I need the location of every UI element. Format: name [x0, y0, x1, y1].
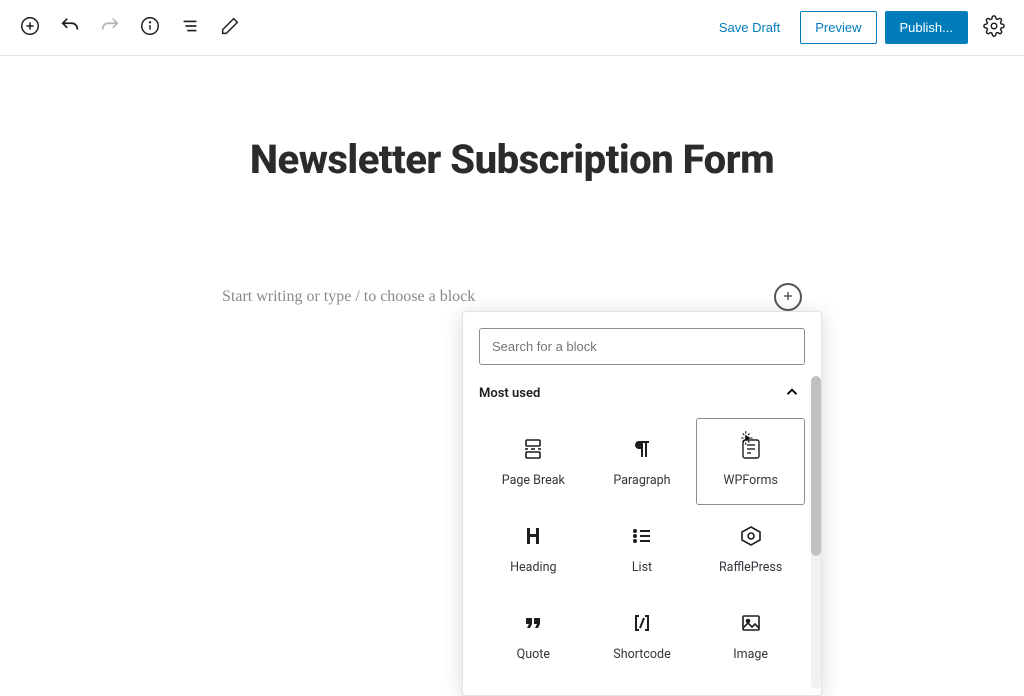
collapse-section-button[interactable] — [779, 379, 805, 408]
pagebreak-icon — [519, 435, 547, 463]
outline-button[interactable] — [172, 10, 208, 46]
undo-button[interactable] — [52, 10, 88, 46]
plus-circle-icon — [19, 15, 41, 40]
block-label: Heading — [510, 560, 556, 575]
block-placeholder-text: Start writing or type / to choose a bloc… — [222, 288, 475, 306]
editor-canvas: Newsletter Subscription Form Start writi… — [0, 56, 1024, 311]
gear-icon — [983, 15, 1005, 40]
block-section-header: Most used — [479, 365, 805, 418]
content-area: Start writing or type / to choose a bloc… — [222, 283, 802, 311]
list-icon — [628, 522, 656, 550]
toolbar-left — [12, 10, 248, 46]
settings-button[interactable] — [976, 10, 1012, 46]
scrollbar-thumb[interactable] — [811, 376, 821, 556]
block-label: List — [632, 560, 652, 575]
block-label: WPForms — [723, 473, 778, 488]
block-label: RafflePress — [719, 560, 782, 575]
block-item-wpforms[interactable]: WPForms — [696, 418, 805, 505]
block-label: Shortcode — [613, 647, 670, 662]
image-icon — [737, 609, 765, 637]
block-item-quote[interactable]: Quote — [479, 592, 588, 679]
plus-icon — [780, 288, 796, 307]
rafflepress-icon — [737, 522, 765, 550]
block-item-heading[interactable]: Heading — [479, 505, 588, 592]
block-item-shortcode[interactable]: Shortcode — [588, 592, 697, 679]
block-item-rafflepress[interactable]: RafflePress — [696, 505, 805, 592]
block-inserter-popover: Most used Page Break Paragraph WPForms Head… — [462, 311, 822, 696]
shortcode-icon — [628, 609, 656, 637]
edit-button[interactable] — [212, 10, 248, 46]
paragraph-icon — [628, 435, 656, 463]
quote-icon — [519, 609, 547, 637]
block-label: Page Break — [502, 473, 565, 488]
pencil-icon — [219, 15, 241, 40]
save-draft-button[interactable]: Save Draft — [707, 12, 792, 43]
heading-icon — [519, 522, 547, 550]
outline-icon — [179, 15, 201, 40]
block-item-paragraph[interactable]: Paragraph — [588, 418, 697, 505]
block-section-title: Most used — [479, 386, 540, 401]
redo-button[interactable] — [92, 10, 128, 46]
preview-button[interactable]: Preview — [800, 11, 876, 44]
redo-icon — [99, 15, 121, 40]
block-label: Quote — [517, 647, 550, 662]
block-item-pagebreak[interactable]: Page Break — [479, 418, 588, 505]
default-block-appender[interactable]: Start writing or type / to choose a bloc… — [222, 283, 802, 311]
block-label: Paragraph — [613, 473, 670, 488]
editor-toolbar: Save Draft Preview Publish... — [0, 0, 1024, 56]
info-button[interactable] — [132, 10, 168, 46]
page-title[interactable]: Newsletter Subscription Form — [0, 136, 1024, 183]
block-search-input[interactable] — [479, 328, 805, 365]
toolbar-right: Save Draft Preview Publish... — [707, 10, 1012, 46]
block-item-image[interactable]: Image — [696, 592, 805, 679]
block-label: Image — [733, 647, 768, 662]
undo-icon — [59, 15, 81, 40]
cursor-icon — [739, 429, 757, 451]
scrollbar-track[interactable] — [811, 376, 821, 689]
blocks-grid: Page Break Paragraph WPForms Heading List Raf… — [479, 418, 805, 679]
add-block-inline-button[interactable] — [774, 283, 802, 311]
info-icon — [139, 15, 161, 40]
publish-button[interactable]: Publish... — [885, 11, 968, 44]
add-block-toolbar-button[interactable] — [12, 10, 48, 46]
block-item-list[interactable]: List — [588, 505, 697, 592]
chevron-up-icon — [783, 389, 801, 404]
